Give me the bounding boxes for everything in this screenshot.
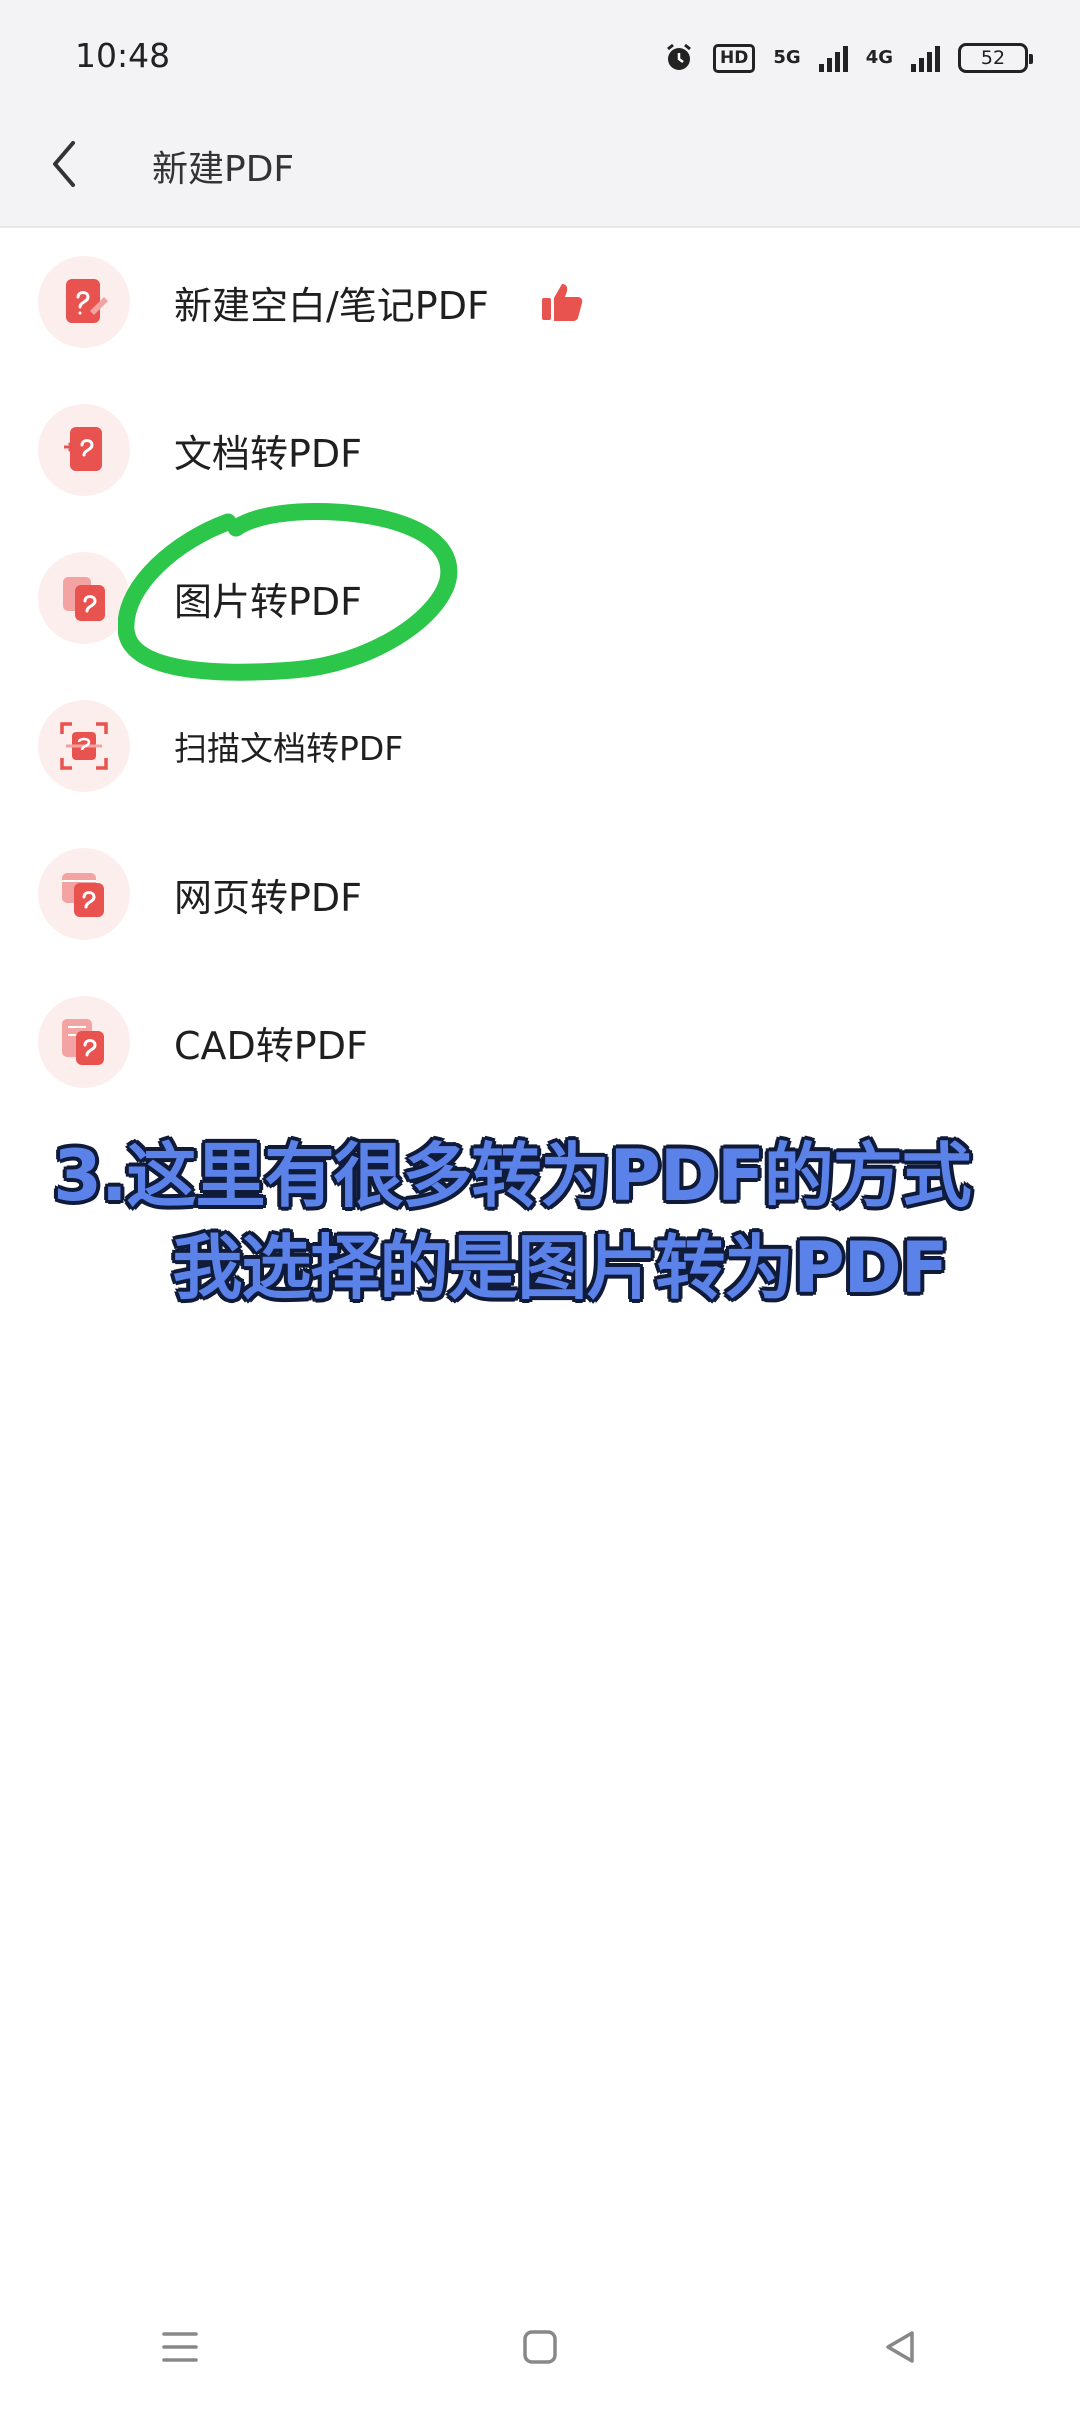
- back-triangle-icon: [886, 2331, 914, 2363]
- menu-item-label: 新建空白/笔记PDF: [174, 283, 489, 328]
- thumbs-up-icon: [542, 284, 583, 321]
- caption-line-1: 3.这里有很多转为PDF的方式: [53, 1135, 972, 1217]
- menu-item-label: 网页转PDF: [174, 875, 363, 920]
- chevron-left-icon: [53, 141, 75, 187]
- menu-item-label: 扫描文档转PDF: [174, 729, 404, 768]
- top-bar: 10:48 HD 5G 4G 52 新建PDF: [0, 0, 1080, 228]
- new-pdf-options-list: 新建空白/笔记PDF 文档转PDF 图片转PDF 扫描文档转PDF 网页转PDF…: [0, 228, 1080, 1116]
- status-icons: HD 5G 4G 52: [663, 38, 1033, 78]
- web-to-pdf-icon: [38, 848, 130, 940]
- scan-to-pdf-icon: [38, 700, 130, 792]
- system-navigation-bar: [0, 2282, 1080, 2412]
- back-nav-button[interactable]: [860, 2307, 940, 2387]
- menu-nav-button[interactable]: [140, 2307, 220, 2387]
- home-nav-button[interactable]: [500, 2307, 580, 2387]
- doc-to-pdf-icon: [38, 404, 130, 496]
- back-button[interactable]: [36, 132, 92, 196]
- caption-line-2: 我选择的是图片转为PDF: [172, 1227, 948, 1309]
- menu-item-doc-to-pdf[interactable]: 文档转PDF: [0, 376, 1080, 524]
- menu-item-web-to-pdf[interactable]: 网页转PDF: [0, 820, 1080, 968]
- menu-item-label: 文档转PDF: [174, 431, 363, 476]
- network-5g-label: 5G: [773, 47, 801, 68]
- menu-item-scan-to-pdf[interactable]: 扫描文档转PDF: [0, 672, 1080, 820]
- home-square-icon: [523, 2330, 557, 2364]
- signal-icon-2: [911, 44, 940, 72]
- battery-icon: 52: [958, 43, 1033, 73]
- menu-item-cad-to-pdf[interactable]: CAD转PDF: [0, 968, 1080, 1116]
- menu-icon: [162, 2332, 198, 2362]
- menu-item-label: CAD转PDF: [174, 1023, 368, 1068]
- menu-item-image-to-pdf[interactable]: 图片转PDF: [0, 524, 1080, 672]
- status-time: 10:48: [75, 36, 171, 75]
- image-to-pdf-icon: [38, 552, 130, 644]
- menu-item-blank-pdf[interactable]: 新建空白/笔记PDF: [0, 228, 1080, 376]
- menu-item-label: 图片转PDF: [174, 579, 363, 624]
- blank-pdf-icon: [38, 256, 130, 348]
- cad-to-pdf-icon: [38, 996, 130, 1088]
- hd-badge: HD: [713, 43, 756, 73]
- page-title: 新建PDF: [152, 149, 295, 190]
- signal-icon: [818, 44, 848, 72]
- network-4g-label: 4G: [865, 47, 893, 68]
- alarm-icon: [667, 43, 691, 70]
